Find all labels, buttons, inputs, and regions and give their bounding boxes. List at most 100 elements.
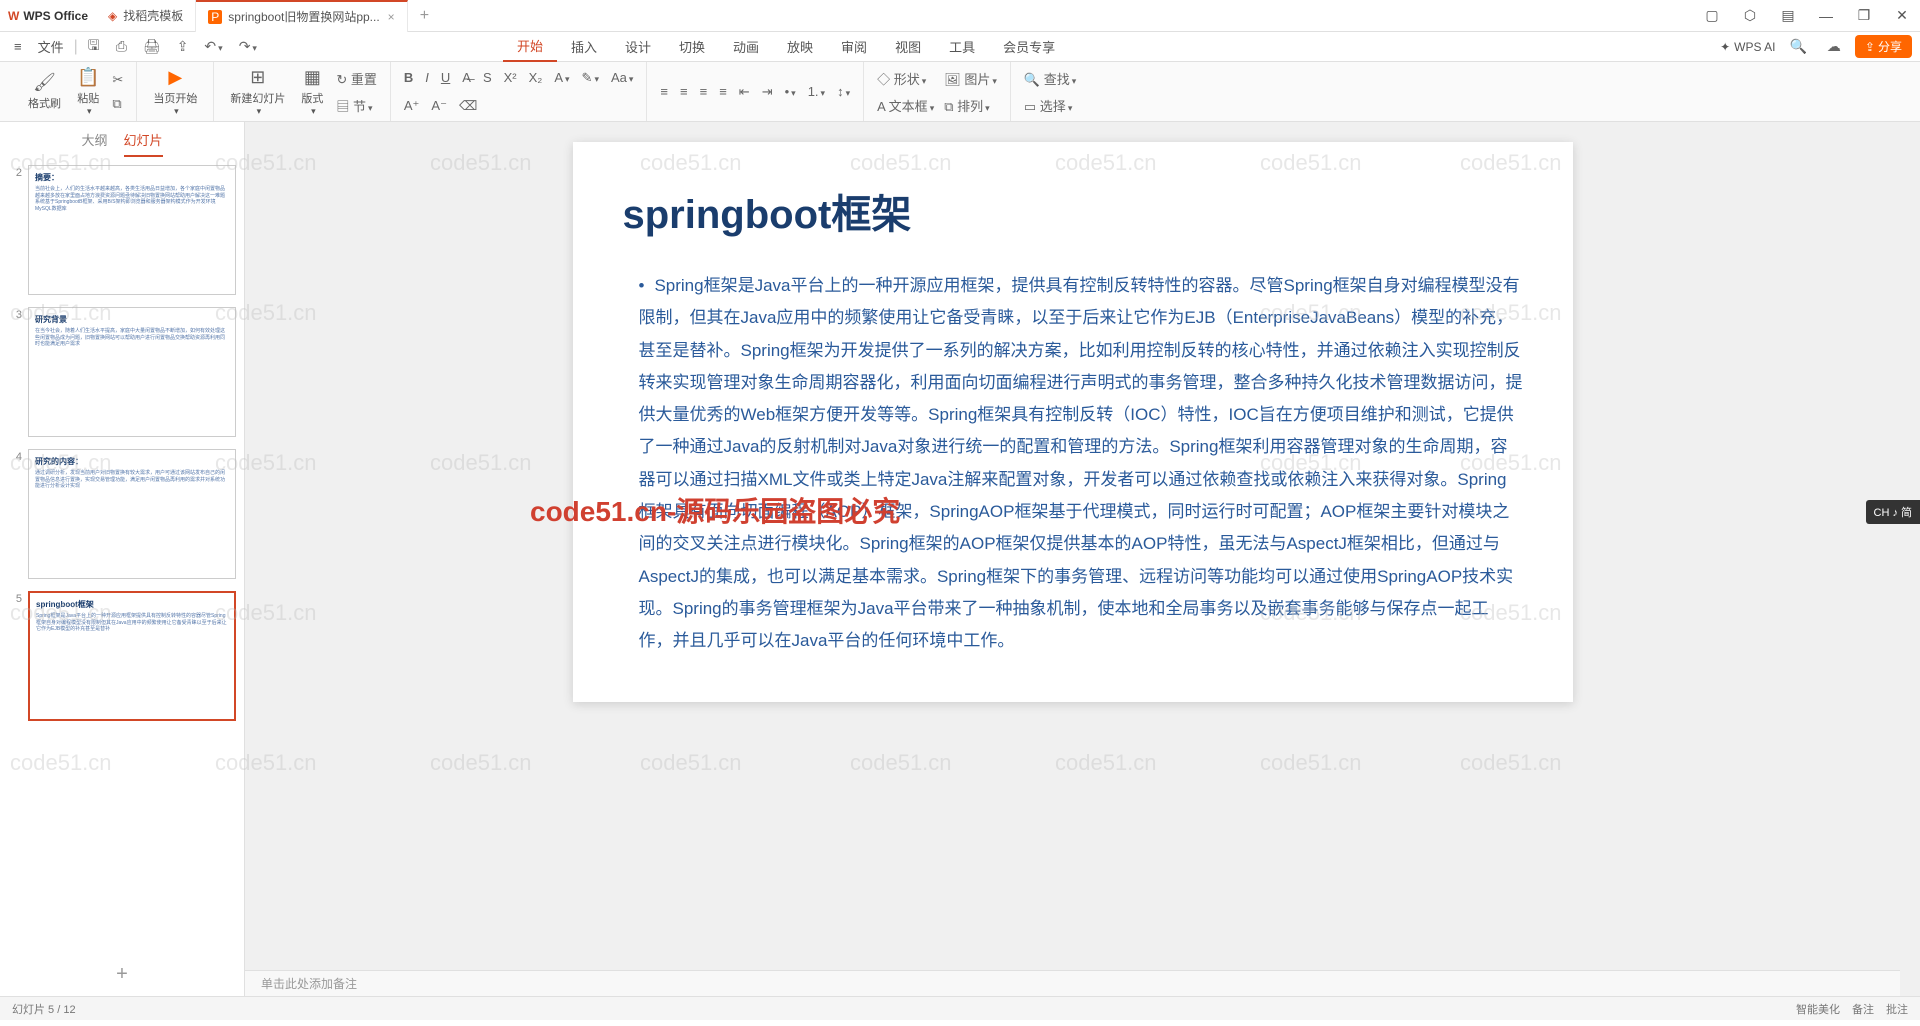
subscript-button[interactable]: X₂ — [524, 67, 548, 88]
hamburger-icon[interactable]: ≡ — [8, 35, 28, 58]
shape-button[interactable]: ◇ 形状▾ — [872, 66, 939, 91]
window-controls: ▢ ⬡ ▤ — ❐ ✕ — [1694, 0, 1920, 32]
paste-button[interactable]: 📋粘贴▾ — [69, 63, 107, 121]
title-bar: W WPS Office ◈ 找稻壳模板 P springboot旧物置换网站p… — [0, 0, 1920, 32]
strike-button[interactable]: S — [478, 67, 497, 88]
wps-ai-button[interactable]: ✦ WPS AI — [1720, 40, 1775, 54]
notes-toggle[interactable]: 备注 — [1852, 1001, 1874, 1017]
menu-tab-slideshow[interactable]: 放映 — [773, 32, 827, 62]
line-spacing-icon[interactable]: ↕▾ — [832, 81, 855, 102]
change-case-button[interactable]: Aa▾ — [606, 67, 638, 88]
tab-icon-p: P — [208, 10, 222, 24]
add-slide-button[interactable]: + — [0, 953, 244, 996]
close-window-icon[interactable]: ✕ — [1884, 0, 1920, 32]
bold-button[interactable]: B — [399, 67, 418, 88]
format-painter-button[interactable]: 🖌格式刷 — [20, 68, 69, 115]
decrease-font-icon[interactable]: A⁻ — [426, 95, 452, 117]
right-toolbar — [1900, 122, 1920, 996]
tab-label: 找稻壳模板 — [123, 7, 183, 24]
wc-icon-2[interactable]: ⬡ — [1732, 0, 1768, 32]
thumbnails-panel[interactable]: 2 摘要：当前社会上，人们的生活水平越来越高，各类生活用品日益增加，各个家庭中闲… — [0, 157, 244, 953]
save-icon[interactable]: 🖫 — [82, 31, 106, 63]
slide-body[interactable]: Spring框架是Java平台上的一种开源应用框架，提供具有控制反转特性的容器。… — [623, 270, 1523, 658]
notes-bar[interactable]: 单击此处添加备注 — [245, 970, 1900, 996]
picture-button[interactable]: 🖼 图片▾ — [939, 66, 1002, 91]
cut-icon[interactable]: ✂ — [107, 69, 128, 91]
copy-icon[interactable]: ⧉ — [107, 93, 128, 115]
menu-tab-design[interactable]: 设计 — [611, 32, 665, 62]
highlight-button[interactable]: ✎▾ — [577, 67, 604, 89]
canvas-area: springboot框架 Spring框架是Java平台上的一种开源应用框架，提… — [245, 122, 1900, 996]
cloud-icon[interactable]: ☁ — [1821, 34, 1847, 59]
print-preview-icon[interactable]: 🖨 — [137, 34, 167, 59]
wps-icon: W — [8, 9, 19, 23]
menu-tab-start[interactable]: 开始 — [503, 32, 557, 62]
indent-increase-icon[interactable]: ⇥ — [757, 81, 778, 103]
tab-document[interactable]: P springboot旧物置换网站pp... × — [196, 0, 407, 32]
export-icon[interactable]: ⇪ — [171, 34, 195, 59]
print-icon[interactable]: ⎙ — [110, 34, 133, 59]
align-center-icon[interactable]: ≡ — [675, 81, 693, 102]
thumbnail-3[interactable]: 3 研究背景在当今社会，随着人们生活水平提高，家庭中大量闲置物品不断增加，如何有… — [8, 307, 236, 437]
underline-button[interactable]: U — [436, 67, 455, 88]
superscript-button[interactable]: X² — [499, 67, 522, 88]
from-current-button[interactable]: ▶当页开始▾ — [145, 63, 205, 121]
share-button[interactable]: ⇪ 分享 — [1855, 35, 1912, 58]
redo-icon[interactable]: ↷▾ — [233, 34, 263, 59]
slide[interactable]: springboot框架 Spring框架是Java平台上的一种开源应用框架，提… — [573, 142, 1573, 702]
close-icon[interactable]: × — [388, 10, 395, 24]
add-tab-button[interactable]: + — [408, 7, 441, 25]
maximize-icon[interactable]: ❐ — [1846, 0, 1882, 32]
ribbon: 🖌格式刷 📋粘贴▾ ✂ ⧉ ▶当页开始▾ ⊞新建幻灯片▾ ▦版式▾ ↻ 重置 ▤… — [0, 62, 1920, 122]
menu-tab-insert[interactable]: 插入 — [557, 32, 611, 62]
select-button[interactable]: ▭ 选择▾ — [1019, 93, 1081, 118]
italic-button[interactable]: I — [420, 67, 434, 88]
wc-icon-3[interactable]: ▤ — [1770, 0, 1806, 32]
thumbnail-4[interactable]: 4 研究的内容：通过调研分析，发现当前用户对旧物置换有较大需求，用户可通过该网站… — [8, 449, 236, 579]
textbox-button[interactable]: A 文本框▾ — [872, 93, 939, 118]
menu-tab-tools[interactable]: 工具 — [935, 32, 989, 62]
ime-badge[interactable]: CH ♪ 简 — [1866, 500, 1920, 524]
minimize-icon[interactable]: — — [1808, 0, 1844, 32]
sidebar: 大纲 幻灯片 2 摘要：当前社会上，人们的生活水平越来越高，各类生活用品日益增加… — [0, 122, 245, 996]
increase-font-icon[interactable]: A⁺ — [399, 95, 425, 117]
menu-tab-review[interactable]: 审阅 — [827, 32, 881, 62]
slide-counter: 幻灯片 5 / 12 — [12, 1001, 76, 1017]
file-menu[interactable]: 文件 — [32, 33, 70, 60]
new-slide-button[interactable]: ⊞新建幻灯片▾ — [222, 63, 293, 121]
slide-title[interactable]: springboot框架 — [623, 182, 1523, 240]
thumbnail-5[interactable]: 5 springboot框架Spring框架是Java平台上的一种开源应用框架提… — [8, 591, 236, 721]
slide-canvas[interactable]: springboot框架 Spring框架是Java平台上的一种开源应用框架，提… — [245, 122, 1900, 970]
strikethrough-button[interactable]: A̶ — [457, 67, 476, 88]
tab-label: springboot旧物置换网站pp... — [228, 8, 379, 25]
wc-icon-1[interactable]: ▢ — [1694, 0, 1730, 32]
find-button[interactable]: 🔍 查找▾ — [1019, 66, 1081, 91]
align-right-icon[interactable]: ≡ — [695, 81, 713, 102]
font-color-button[interactable]: A▾ — [549, 67, 574, 88]
reset-button[interactable]: ↻ 重置 — [331, 66, 382, 91]
menu-tabs: 开始 插入 设计 切换 动画 放映 审阅 视图 工具 会员专享 — [503, 32, 1069, 62]
menu-tab-transition[interactable]: 切换 — [665, 32, 719, 62]
comments-toggle[interactable]: 批注 — [1886, 1001, 1908, 1017]
menu-tab-view[interactable]: 视图 — [881, 32, 935, 62]
smart-beautify[interactable]: 智能美化 — [1796, 1001, 1840, 1017]
menu-tab-animation[interactable]: 动画 — [719, 32, 773, 62]
search-icon[interactable]: 🔍 — [1783, 34, 1812, 59]
sidebar-tab-outline[interactable]: 大纲 — [81, 130, 107, 157]
indent-decrease-icon[interactable]: ⇤ — [734, 81, 755, 103]
undo-icon[interactable]: ↶▾ — [198, 34, 228, 59]
tab-template[interactable]: ◈ 找稻壳模板 — [96, 0, 196, 32]
tab-icon-d: ◈ — [108, 9, 117, 23]
thumbnail-2[interactable]: 2 摘要：当前社会上，人们的生活水平越来越高，各类生活用品日益增加，各个家庭中闲… — [8, 165, 236, 295]
bullet-list-icon[interactable]: •▾ — [780, 81, 801, 102]
layout-button[interactable]: ▦版式▾ — [293, 63, 331, 121]
menu-tab-member[interactable]: 会员专享 — [989, 32, 1069, 62]
number-list-icon[interactable]: 1.▾ — [803, 81, 830, 102]
section-button[interactable]: ▤ 节▾ — [331, 93, 382, 118]
clear-format-icon[interactable]: ⌫ — [454, 95, 482, 117]
arrange-button[interactable]: ⧉ 排列▾ — [939, 93, 1002, 118]
main-area: 大纲 幻灯片 2 摘要：当前社会上，人们的生活水平越来越高，各类生活用品日益增加… — [0, 122, 1920, 996]
sidebar-tab-slides[interactable]: 幻灯片 — [124, 130, 163, 157]
justify-icon[interactable]: ≡ — [714, 81, 732, 102]
align-left-icon[interactable]: ≡ — [655, 81, 673, 102]
